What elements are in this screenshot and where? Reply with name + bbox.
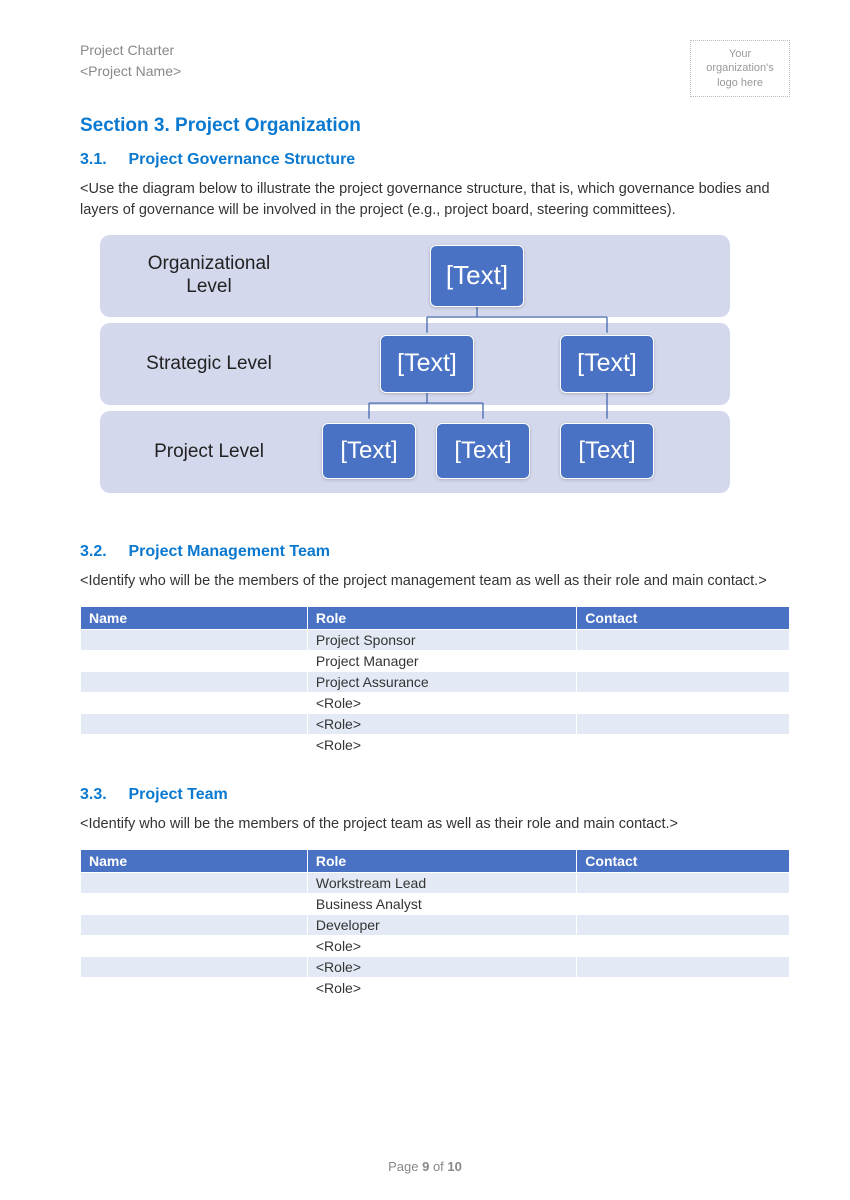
cell-contact — [577, 671, 790, 692]
cell-role: Developer — [307, 914, 576, 935]
cell-contact — [577, 872, 790, 893]
cell-name — [81, 956, 308, 977]
band-label-strategic: Strategic Level — [124, 353, 294, 376]
section-title: Section 3. Project Organization — [80, 115, 790, 137]
cell-contact — [577, 935, 790, 956]
subsection-number: 3.3. — [80, 786, 124, 804]
subsection-3-1-body: <Use the diagram below to illustrate the… — [80, 179, 790, 221]
cell-name — [81, 872, 308, 893]
col-contact: Contact — [577, 849, 790, 872]
doc-title-line1: Project Charter — [80, 40, 181, 61]
page-header: Project Charter <Project Name> Your orga… — [80, 40, 790, 97]
subsection-3-2: 3.2. Project Management Team — [80, 543, 790, 561]
cell-name — [81, 629, 308, 650]
org-node-project-1: [Text] — [322, 423, 416, 479]
cell-role: <Role> — [307, 734, 576, 755]
cell-name — [81, 692, 308, 713]
cell-role: <Role> — [307, 956, 576, 977]
table-row: Project Sponsor — [81, 629, 790, 650]
subsection-heading: Project Governance Structure — [128, 151, 355, 168]
cell-contact — [577, 977, 790, 998]
cell-contact — [577, 629, 790, 650]
cell-name — [81, 671, 308, 692]
subsection-heading: Project Team — [128, 786, 227, 803]
cell-role: Project Manager — [307, 650, 576, 671]
col-role: Role — [307, 849, 576, 872]
cell-contact — [577, 692, 790, 713]
project-team-table: Name Role Contact Workstream Lead Busine… — [80, 849, 790, 999]
page-footer: Page 9 of 10 — [0, 1159, 850, 1174]
cell-contact — [577, 914, 790, 935]
table-row: Project Assurance — [81, 671, 790, 692]
footer-total: 10 — [447, 1159, 461, 1174]
cell-role: <Role> — [307, 935, 576, 956]
table-header-row: Name Role Contact — [81, 849, 790, 872]
subsection-3-3: 3.3. Project Team — [80, 786, 790, 804]
org-node-project-3: [Text] — [560, 423, 654, 479]
cell-name — [81, 914, 308, 935]
cell-role: Project Assurance — [307, 671, 576, 692]
cell-name — [81, 893, 308, 914]
cell-contact — [577, 956, 790, 977]
table-row: <Role> — [81, 977, 790, 998]
col-name: Name — [81, 849, 308, 872]
footer-prefix: Page — [388, 1159, 422, 1174]
table-row: <Role> — [81, 956, 790, 977]
cell-name — [81, 650, 308, 671]
footer-of: of — [429, 1159, 447, 1174]
table-row: Business Analyst — [81, 893, 790, 914]
org-node-project-2: [Text] — [436, 423, 530, 479]
cell-contact — [577, 893, 790, 914]
subsection-3-1: 3.1. Project Governance Structure — [80, 151, 790, 169]
cell-role: <Role> — [307, 713, 576, 734]
band-label-organizational: Organizational Level — [124, 253, 294, 299]
table-header-row: Name Role Contact — [81, 606, 790, 629]
table-row: Project Manager — [81, 650, 790, 671]
table-row: Developer — [81, 914, 790, 935]
doc-title-line2: <Project Name> — [80, 61, 181, 82]
cell-name — [81, 935, 308, 956]
table-row: Workstream Lead — [81, 872, 790, 893]
cell-role: Workstream Lead — [307, 872, 576, 893]
band-label-project: Project Level — [124, 441, 294, 464]
document-page: Project Charter <Project Name> Your orga… — [0, 0, 850, 1059]
management-team-table: Name Role Contact Project Sponsor Projec… — [80, 606, 790, 756]
table-row: <Role> — [81, 734, 790, 755]
col-role: Role — [307, 606, 576, 629]
subsection-number: 3.2. — [80, 543, 124, 561]
org-node-top: [Text] — [430, 245, 524, 307]
header-left: Project Charter <Project Name> — [80, 40, 181, 82]
col-contact: Contact — [577, 606, 790, 629]
band-organizational: Organizational Level — [100, 235, 730, 317]
governance-orgchart: Organizational Level Strategic Level Pro… — [100, 235, 730, 493]
cell-contact — [577, 734, 790, 755]
cell-role: Business Analyst — [307, 893, 576, 914]
logo-placeholder: Your organization's logo here — [690, 40, 790, 97]
table-row: <Role> — [81, 935, 790, 956]
org-node-strategic-1: [Text] — [380, 335, 474, 393]
table-row: <Role> — [81, 713, 790, 734]
subsection-3-3-body: <Identify who will be the members of the… — [80, 814, 790, 835]
cell-contact — [577, 713, 790, 734]
cell-name — [81, 713, 308, 734]
cell-name — [81, 734, 308, 755]
org-node-strategic-2: [Text] — [560, 335, 654, 393]
cell-contact — [577, 650, 790, 671]
cell-name — [81, 977, 308, 998]
cell-role: <Role> — [307, 977, 576, 998]
subsection-number: 3.1. — [80, 151, 124, 169]
subsection-3-2-body: <Identify who will be the members of the… — [80, 571, 790, 592]
cell-role: <Role> — [307, 692, 576, 713]
table-row: <Role> — [81, 692, 790, 713]
col-name: Name — [81, 606, 308, 629]
subsection-heading: Project Management Team — [128, 543, 330, 560]
cell-role: Project Sponsor — [307, 629, 576, 650]
